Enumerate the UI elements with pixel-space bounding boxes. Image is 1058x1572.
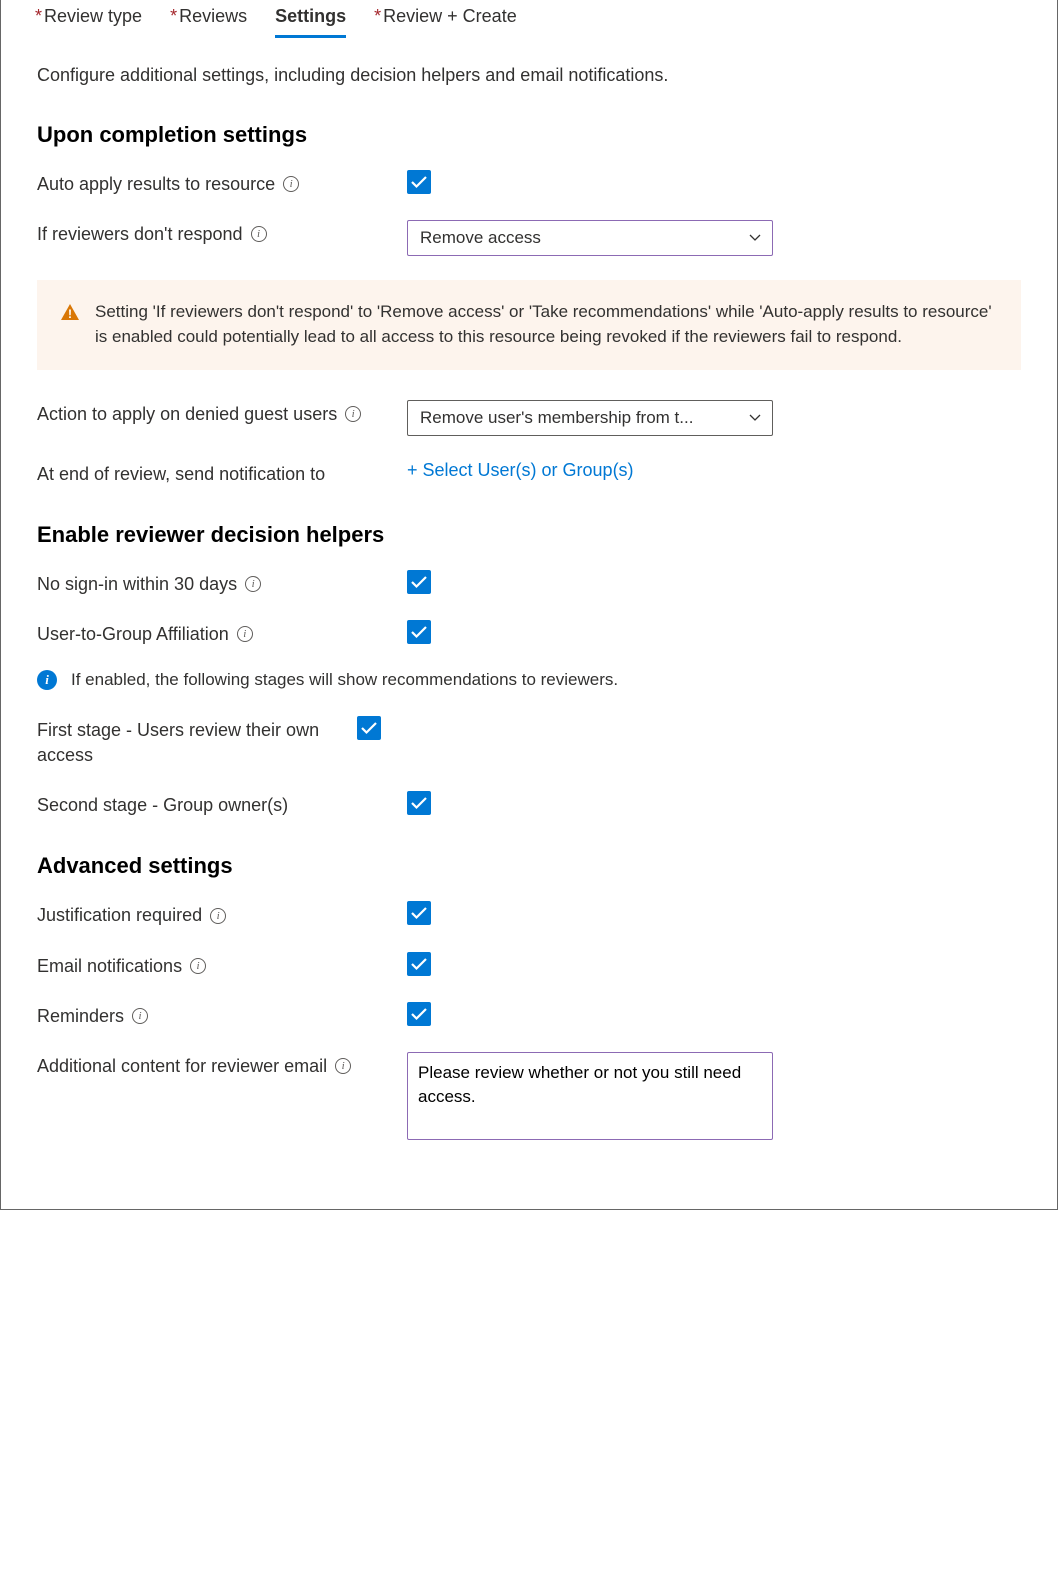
stage2-checkbox[interactable] — [407, 791, 431, 815]
no-respond-select[interactable]: Remove access — [407, 220, 773, 256]
denied-guest-select[interactable]: Remove user's membership from t... — [407, 400, 773, 436]
select-users-link[interactable]: + Select User(s) or Group(s) — [407, 456, 634, 480]
info-icon[interactable]: i — [251, 226, 267, 242]
info-circle-icon: i — [37, 670, 57, 690]
info-icon[interactable]: i — [245, 576, 261, 592]
reminders-checkbox[interactable] — [407, 1002, 431, 1026]
info-icon[interactable]: i — [335, 1058, 351, 1074]
email-notifications-checkbox[interactable] — [407, 952, 431, 976]
section-heading-helpers: Enable reviewer decision helpers — [37, 522, 1021, 548]
justification-checkbox[interactable] — [407, 901, 431, 925]
chevron-down-icon — [748, 231, 762, 245]
auto-apply-label: Auto apply results to resource — [37, 172, 275, 196]
tab-settings[interactable]: Settings — [275, 2, 346, 37]
tab-review-type[interactable]: *Review type — [35, 2, 142, 37]
page-description: Configure additional settings, including… — [37, 65, 1021, 86]
info-banner: i If enabled, the following stages will … — [37, 670, 1021, 690]
notify-label: At end of review, send notification to — [37, 462, 325, 486]
reminders-label: Reminders — [37, 1004, 124, 1028]
info-banner-message: If enabled, the following stages will sh… — [71, 670, 618, 690]
justification-label: Justification required — [37, 903, 202, 927]
tab-review-create[interactable]: *Review + Create — [374, 2, 517, 37]
info-icon[interactable]: i — [237, 626, 253, 642]
affiliation-checkbox[interactable] — [407, 620, 431, 644]
no-signin-label: No sign-in within 30 days — [37, 572, 237, 596]
warning-message: Setting 'If reviewers don't respond' to … — [95, 300, 997, 349]
stage1-label: First stage - Users review their own acc… — [37, 718, 357, 767]
warning-banner: Setting 'If reviewers don't respond' to … — [37, 280, 1021, 369]
info-icon[interactable]: i — [132, 1008, 148, 1024]
email-notifications-label: Email notifications — [37, 954, 182, 978]
stage1-checkbox[interactable] — [357, 716, 381, 740]
extra-content-textarea[interactable] — [407, 1052, 773, 1140]
section-heading-advanced: Advanced settings — [37, 853, 1021, 879]
denied-guest-label: Action to apply on denied guest users — [37, 402, 337, 426]
info-icon[interactable]: i — [283, 176, 299, 192]
tab-reviews[interactable]: *Reviews — [170, 2, 247, 37]
section-heading-completion: Upon completion settings — [37, 122, 1021, 148]
affiliation-label: User-to-Group Affiliation — [37, 622, 229, 646]
warning-icon — [61, 304, 79, 320]
no-respond-label: If reviewers don't respond — [37, 222, 243, 246]
extra-content-label: Additional content for reviewer email — [37, 1054, 327, 1078]
info-icon[interactable]: i — [210, 908, 226, 924]
stage2-label: Second stage - Group owner(s) — [37, 793, 288, 817]
chevron-down-icon — [748, 411, 762, 425]
info-icon[interactable]: i — [345, 406, 361, 422]
no-signin-checkbox[interactable] — [407, 570, 431, 594]
tabs: *Review type *Reviews Settings *Review +… — [35, 0, 1021, 37]
info-icon[interactable]: i — [190, 958, 206, 974]
auto-apply-checkbox[interactable] — [407, 170, 431, 194]
